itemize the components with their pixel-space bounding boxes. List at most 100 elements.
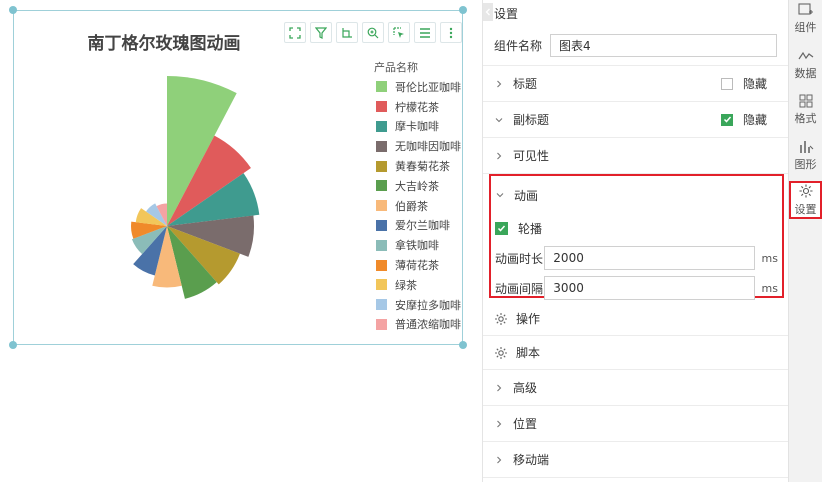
- chevron-right-icon: [497, 420, 502, 427]
- sidebar-item-format[interactable]: 格式: [789, 91, 822, 129]
- legend-label: 安摩拉多咖啡: [395, 298, 461, 312]
- chevron-right-icon: [497, 152, 502, 159]
- legend-swatch: [376, 140, 387, 152]
- chart-legend: 哥伦比亚咖啡 柠檬花茶摩卡咖啡无咖啡因咖啡黄春菊花茶大吉岭茶伯爵茶爱尔兰咖啡拿铁咖…: [376, 77, 461, 334]
- sidebar-label-graph: 图形: [794, 158, 817, 171]
- gear-icon: [495, 312, 507, 325]
- legend-label: 爱尔兰咖啡: [395, 219, 450, 233]
- filter-icon[interactable]: [310, 22, 332, 43]
- resize-handle-top-right[interactable]: [459, 6, 467, 14]
- sidebar-label-component: 组件: [794, 21, 817, 34]
- legend-swatch: [376, 219, 387, 231]
- canvas: 南丁格尔玫瑰图动画 产品名称 哥伦比亚咖啡 柠檬花茶 摩卡咖啡 无咖啡因咖啡 黄…: [0, 0, 482, 482]
- list-icon[interactable]: [414, 22, 436, 43]
- sidebar-item-data[interactable]: 数据: [789, 46, 822, 84]
- check-icon: [723, 116, 731, 123]
- section-advanced-label: 高级: [513, 381, 538, 395]
- legend-swatch: [376, 318, 387, 330]
- section-subtitle[interactable]: 副标题 隐藏: [483, 102, 788, 138]
- duration-unit: ms: [761, 251, 778, 265]
- legend-title: 产品名称: [374, 61, 418, 74]
- legend-swatch: [376, 81, 387, 93]
- section-animation-label: 动画: [514, 188, 539, 203]
- section-advanced[interactable]: 高级: [483, 370, 788, 406]
- legend-swatch: [376, 200, 387, 212]
- section-subtitle-label: 副标题: [513, 113, 550, 127]
- legend-swatch: [376, 180, 387, 192]
- legend-item[interactable]: 绿茶: [376, 275, 461, 295]
- chevron-right-icon: [497, 456, 502, 463]
- resize-handle-bottom-right[interactable]: [459, 341, 467, 349]
- legend-item[interactable]: 柠檬花茶: [376, 97, 461, 117]
- legend-item[interactable]: 黄春菊花茶: [376, 156, 461, 176]
- legend-item[interactable]: 爱尔兰咖啡: [376, 216, 461, 236]
- select-icon[interactable]: [388, 22, 410, 43]
- legend-label: 哥伦比亚咖啡: [395, 80, 461, 94]
- title-hide-checkbox[interactable]: [721, 77, 733, 90]
- legend-label: 大吉岭茶: [395, 179, 439, 193]
- duration-input[interactable]: 2000: [544, 246, 755, 270]
- collapse-panel-button[interactable]: [483, 3, 493, 21]
- legend-label: 摩卡咖啡: [395, 120, 439, 134]
- legend-swatch: [376, 299, 387, 311]
- legend-item[interactable]: 哥伦比亚咖啡: [376, 77, 461, 97]
- component-name-input[interactable]: 图表4: [550, 34, 777, 57]
- chart-title: 南丁格尔玫瑰图动画: [87, 34, 241, 54]
- legend-item[interactable]: 无咖啡因咖啡: [376, 136, 461, 156]
- section-visibility[interactable]: 可见性: [483, 138, 788, 174]
- legend-item[interactable]: 普通浓缩咖啡: [376, 315, 461, 335]
- legend-swatch: [376, 160, 387, 172]
- duration-row: 动画时长 2000 ms: [491, 246, 782, 270]
- right-sidebar: 组件 数据 格式 图形 设置: [788, 0, 822, 482]
- section-script-label: 脚本: [516, 346, 541, 360]
- duration-label: 动画时长: [495, 251, 544, 266]
- subtitle-hide-label: 隐藏: [743, 113, 768, 127]
- chevron-down-icon: [496, 193, 504, 198]
- legend-item[interactable]: 安摩拉多咖啡: [376, 295, 461, 315]
- legend-item[interactable]: 薄荷花茶: [376, 255, 461, 275]
- chevron-right-icon: [497, 80, 502, 87]
- legend-swatch: [376, 279, 387, 291]
- section-animation-header[interactable]: 动画: [491, 184, 782, 206]
- interval-label: 动画间隔: [495, 281, 544, 296]
- resize-handle-bottom-left[interactable]: [9, 341, 17, 349]
- legend-label: 绿茶: [395, 278, 417, 292]
- more-icon[interactable]: [440, 22, 462, 43]
- resize-handle-top-left[interactable]: [9, 6, 17, 14]
- section-operation-label: 操作: [516, 312, 541, 326]
- section-position[interactable]: 位置: [483, 406, 788, 442]
- legend-label: 薄荷花茶: [395, 259, 439, 273]
- section-position-label: 位置: [513, 417, 538, 431]
- section-operation[interactable]: 操作: [483, 302, 788, 336]
- interval-input[interactable]: 3000: [544, 276, 755, 300]
- legend-item[interactable]: 伯爵茶: [376, 196, 461, 216]
- legend-label: 柠檬花茶: [395, 100, 439, 114]
- settings-panel: 设置 组件名称 图表4 标题 隐藏 副标题 隐藏 可见性 动画 轮播 动画时长 …: [482, 0, 788, 482]
- legend-label: 无咖啡因咖啡: [395, 140, 461, 154]
- section-script[interactable]: 脚本: [483, 336, 788, 370]
- sidebar-item-component[interactable]: 组件: [789, 0, 822, 38]
- legend-item[interactable]: 拿铁咖啡: [376, 235, 461, 255]
- zoom-icon[interactable]: [362, 22, 384, 43]
- title-hide-label: 隐藏: [743, 77, 768, 91]
- section-title[interactable]: 标题 隐藏: [483, 66, 788, 102]
- legend-swatch: [376, 259, 387, 271]
- sidebar-label-data: 数据: [794, 67, 817, 80]
- chart-component[interactable]: 南丁格尔玫瑰图动画 产品名称 哥伦比亚咖啡 柠檬花茶 摩卡咖啡 无咖啡因咖啡 黄…: [9, 6, 467, 349]
- expand-icon[interactable]: [284, 22, 306, 43]
- component-icon: [797, 3, 813, 15]
- gear-icon: [495, 346, 507, 359]
- panel-title: 设置: [494, 6, 519, 21]
- carousel-checkbox[interactable]: [495, 221, 508, 235]
- sidebar-item-settings[interactable]: 设置: [789, 181, 822, 219]
- section-title-label: 标题: [513, 77, 538, 91]
- sidebar-label-format: 格式: [794, 112, 817, 125]
- subtitle-hide-checkbox[interactable]: [721, 113, 733, 126]
- graph-icon: [799, 141, 813, 153]
- section-mobile[interactable]: 移动端: [483, 442, 788, 478]
- legend-item[interactable]: 大吉岭茶: [376, 176, 461, 196]
- sidebar-item-graph[interactable]: 图形: [789, 137, 822, 175]
- axis-icon[interactable]: [336, 22, 358, 43]
- panel-header: 设置: [483, 0, 788, 26]
- legend-item[interactable]: 摩卡咖啡: [376, 117, 461, 137]
